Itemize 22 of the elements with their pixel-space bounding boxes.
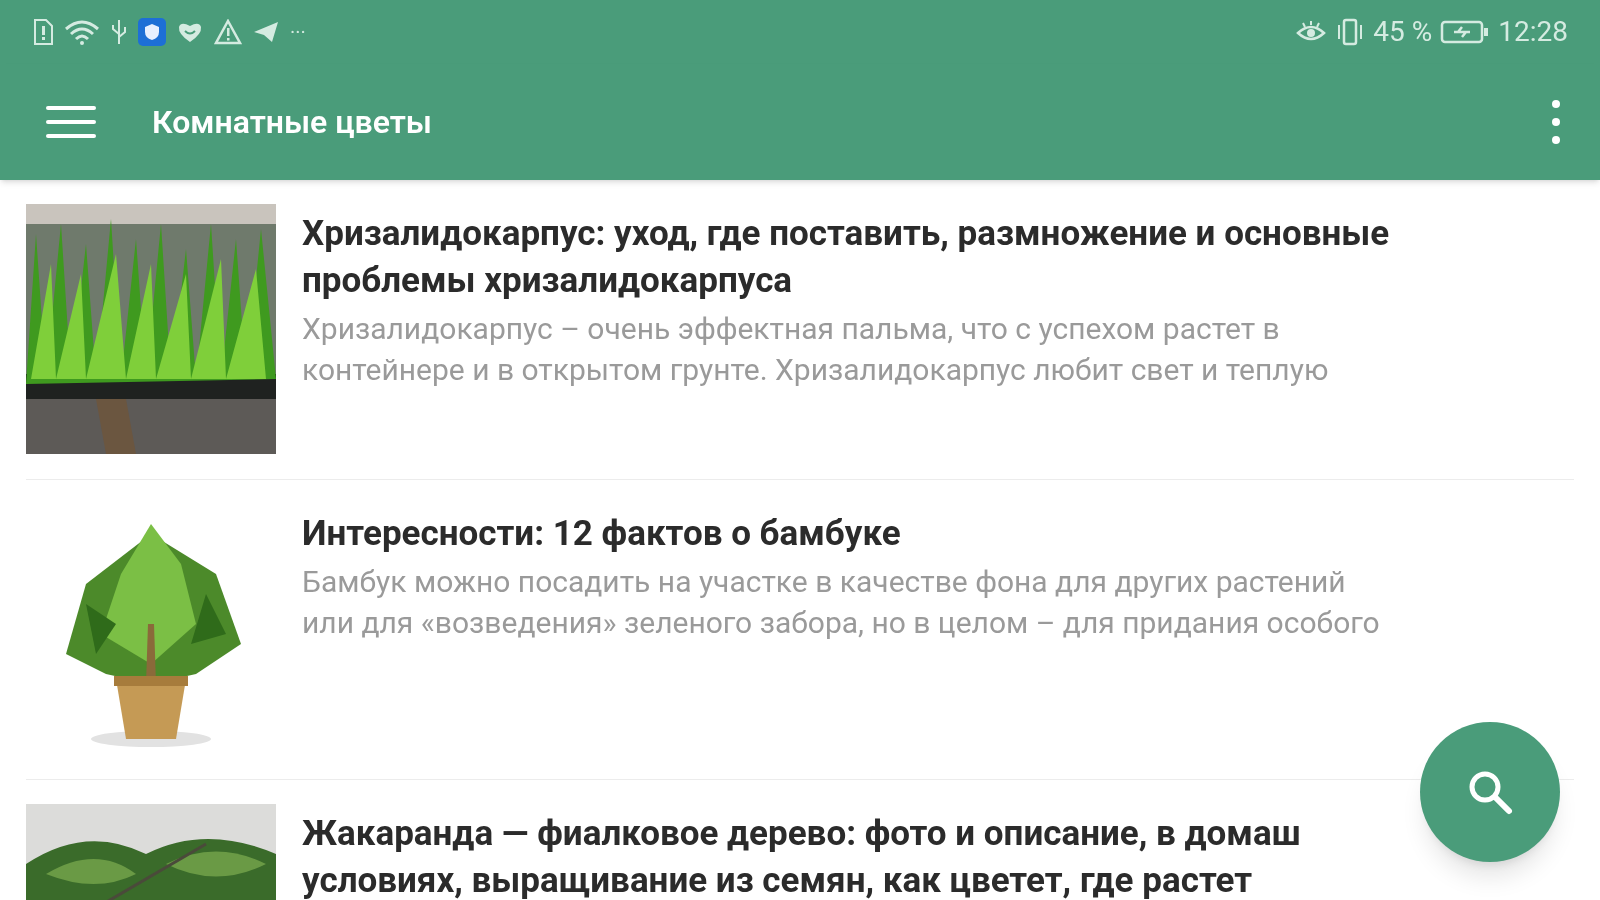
battery-percent: 45 %: [1373, 14, 1433, 50]
usb-icon: [110, 18, 128, 46]
clock-time: 12:28: [1498, 14, 1568, 50]
article-title: Интересности: 12 фактов о бамбуке: [302, 512, 902, 556]
article-card[interactable]: Жакаранда — фиалковое дерево: фото и описание, в домаш условиях, выращивание из семян, как цветет, где растет: [26, 780, 1574, 900]
article-excerpt: Бамбук можно посадить на участке в качестве фона для других растений: [302, 563, 1347, 601]
article-excerpt: Хризалидокарпус – очень эффектная пальма, что с успехом растет в: [302, 310, 1281, 348]
app-title: Комнатные цветы: [152, 102, 432, 143]
article-excerpt: контейнере и в открытом грунте. Хризалидокарпус любит свет и теплую: [302, 351, 1330, 389]
article-excerpt: или для «возведения» зеленого забора, но в целом – для придания особого: [302, 604, 1380, 642]
article-card[interactable]: Интересности: 12 фактов о бамбуке Бамбук можно посадить на участке в качестве фона для других растений или для «возведения» зеленого забора, но в целом – для придания особого: [26, 480, 1574, 780]
sim-card-icon: [32, 19, 54, 45]
battery-charging-icon: [1440, 19, 1491, 45]
shield-app-icon: [138, 18, 166, 46]
wifi-icon: [64, 19, 100, 45]
article-title: проблемы хризалидокарпуса: [302, 259, 794, 303]
paper-plane-icon: [252, 20, 280, 44]
article-title: условиях, выращивание из семян, как цветет, где растет: [302, 859, 1254, 900]
article-title: Жакаранда — фиалковое дерево: фото и описание, в домаш: [302, 812, 1301, 856]
article-title: Хризалидокарпус: уход, где поставить, размножение и основные: [302, 212, 1390, 256]
warning-icon: [214, 19, 242, 45]
more-notifications: ···: [290, 22, 306, 42]
